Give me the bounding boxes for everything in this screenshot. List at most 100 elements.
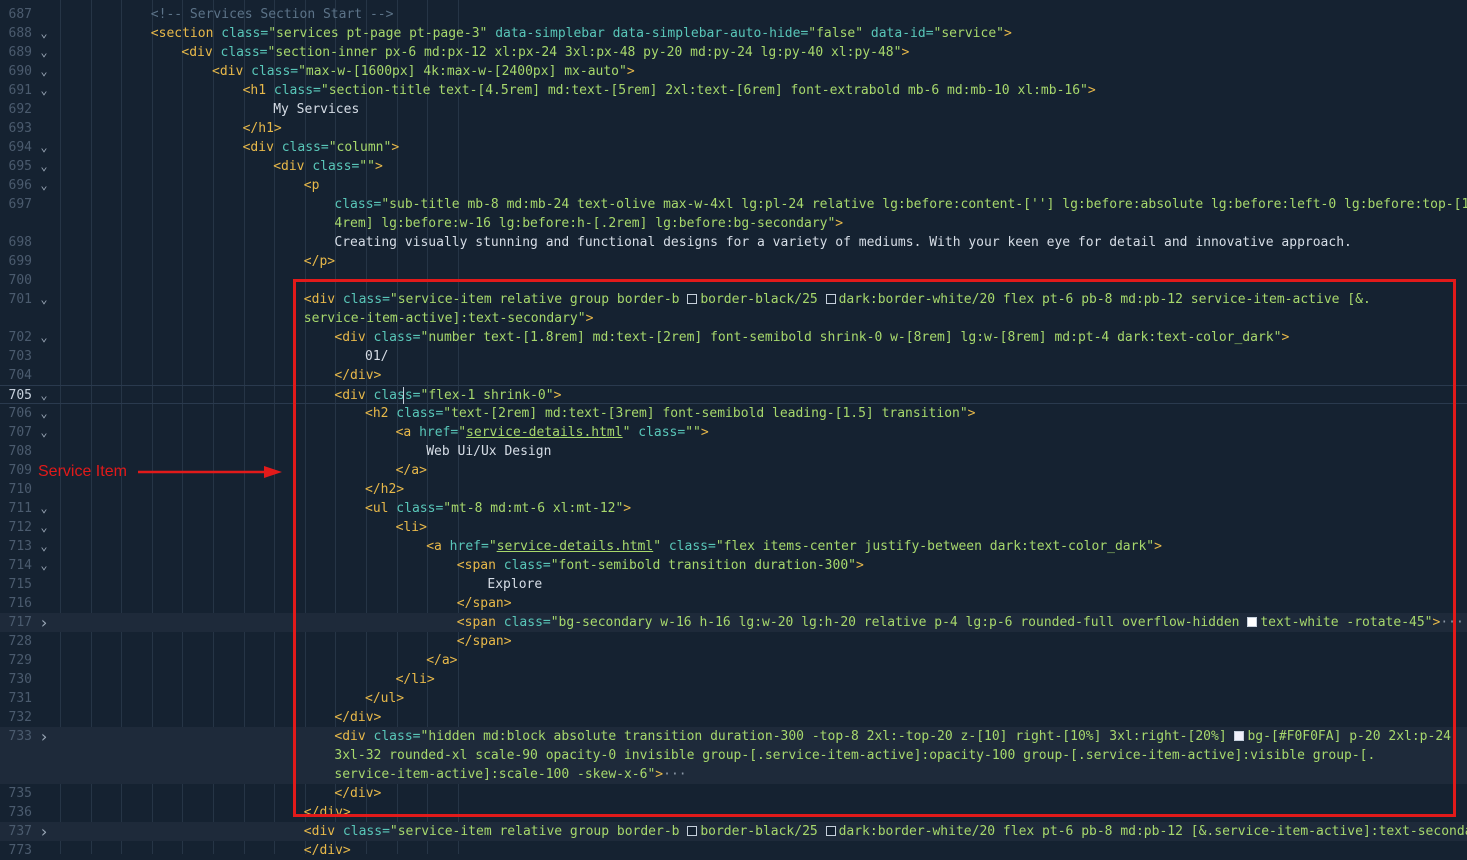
code-line[interactable]: 687 <!-- Services Section Start --> xyxy=(0,5,1467,24)
line-number: 730 xyxy=(8,672,32,687)
code-line[interactable]: 688 ⌄ <section class="services pt-page pt-… xyxy=(0,24,1467,43)
code-line[interactable]: 690 ⌄ <div class="max-w-[1600px] 4k:max-w-… xyxy=(0,62,1467,81)
line-number: 688 xyxy=(8,26,32,41)
line-number: 702 xyxy=(8,330,32,345)
code-text[interactable]: 4rem] lg:before:w-16 lg:before:h-[.2rem]… xyxy=(334,214,843,233)
code-token: <!-- Services Section Start --> xyxy=(150,7,394,22)
code-line[interactable]: 697 class="sub-title mb-8 md:mb-24 text-o… xyxy=(0,195,1467,214)
code-token: class= xyxy=(243,64,299,79)
code-token: class= xyxy=(304,159,360,174)
code-text[interactable]: </h1> xyxy=(243,119,282,138)
annotation-label: Service Item xyxy=(38,463,127,480)
code-token: "section-inner px-6 md:px-12 xl:px-24 3x… xyxy=(267,45,902,60)
code-token: "section-title text-[4.5rem] md:text-[5r… xyxy=(320,83,1088,98)
fold-chevron-down-icon[interactable]: ⌄ xyxy=(36,499,52,518)
code-token: class= xyxy=(273,140,329,155)
code-text[interactable]: <h1 class="section-title text-[4.5rem] m… xyxy=(243,81,1096,100)
code-text[interactable]: My Services xyxy=(273,100,359,119)
code-text[interactable]: <div class=""> xyxy=(273,157,383,176)
code-token: Creating visually stunning and functiona… xyxy=(334,235,1352,250)
code-text[interactable]: <section class="services pt-page pt-page… xyxy=(151,24,1012,43)
code-token: "service-item relative group border-b xyxy=(389,824,688,839)
code-token: class= xyxy=(212,45,268,60)
line-number: 712 xyxy=(8,520,32,535)
code-token: <div xyxy=(212,64,244,79)
code-text[interactable]: <div class="section-inner px-6 md:px-12 … xyxy=(181,43,909,62)
code-line[interactable]: 694 ⌄ <div class="column"> xyxy=(0,138,1467,157)
code-token: <div xyxy=(242,140,274,155)
fold-chevron-down-icon[interactable]: ⌄ xyxy=(36,518,52,537)
line-number: 732 xyxy=(8,710,32,725)
line-number: 735 xyxy=(8,786,32,801)
code-text[interactable]: <div class="service-item relative group … xyxy=(304,822,1467,841)
code-line[interactable]: 696 ⌄ <p xyxy=(0,176,1467,195)
code-token: > xyxy=(1003,26,1012,41)
code-token: > xyxy=(901,45,910,60)
line-number: 689 xyxy=(8,45,32,60)
color-swatch-icon[interactable] xyxy=(687,826,698,836)
code-text[interactable]: </div> xyxy=(304,841,351,860)
line-number: 707 xyxy=(8,425,32,440)
code-token: 4rem] lg:before:w-16 lg:before:h-[.2rem]… xyxy=(334,216,836,231)
line-number: 700 xyxy=(8,273,32,288)
code-text[interactable]: Creating visually stunning and functiona… xyxy=(334,233,1351,252)
code-text[interactable]: </p> xyxy=(304,252,335,271)
code-line[interactable]: 691 ⌄ <h1 class="section-title text-[4.5re… xyxy=(0,81,1467,100)
code-token: data-simplebar data-simplebar-auto-hide= xyxy=(487,26,809,41)
line-number: 728 xyxy=(8,634,32,649)
fold-chevron-down-icon[interactable]: ⌄ xyxy=(36,386,52,405)
code-line[interactable]: 689 ⌄ <div class="section-inner px-6 md:px… xyxy=(0,43,1467,62)
fold-chevron-right-icon[interactable]: › xyxy=(36,613,52,632)
code-line[interactable]: 4rem] lg:before:w-16 lg:before:h-[.2rem]… xyxy=(0,214,1467,233)
fold-chevron-down-icon[interactable]: ⌄ xyxy=(36,404,52,423)
fold-chevron-down-icon[interactable]: ⌄ xyxy=(36,537,52,556)
line-number: 690 xyxy=(8,64,32,79)
code-token: <h1 xyxy=(242,83,267,98)
fold-chevron-down-icon[interactable]: ⌄ xyxy=(36,328,52,347)
fold-chevron-down-icon[interactable]: ⌄ xyxy=(36,62,52,81)
fold-chevron-down-icon[interactable]: ⌄ xyxy=(36,157,52,176)
line-number: 773 xyxy=(8,843,32,858)
line-number: 713 xyxy=(8,539,32,554)
color-swatch-icon[interactable] xyxy=(825,826,836,836)
line-number: 729 xyxy=(8,653,32,668)
fold-chevron-down-icon[interactable]: ⌄ xyxy=(36,24,52,43)
fold-chevron-down-icon[interactable]: ⌄ xyxy=(36,81,52,100)
line-number: 705 xyxy=(8,388,32,403)
line-number: 692 xyxy=(8,102,32,117)
code-token: <p xyxy=(303,178,320,193)
line-number: 737 xyxy=(8,824,32,839)
code-token: class= xyxy=(266,83,321,98)
code-editor[interactable]: 687 <!-- Services Section Start --> 688 ⌄ <s… xyxy=(0,0,1467,858)
code-line[interactable]: 698 Creating visually stunning and functi… xyxy=(0,233,1467,252)
fold-chevron-down-icon[interactable]: ⌄ xyxy=(36,43,52,62)
fold-chevron-down-icon[interactable]: ⌄ xyxy=(36,138,52,157)
fold-chevron-down-icon[interactable]: ⌄ xyxy=(36,290,52,309)
code-token: </div> xyxy=(303,843,351,858)
code-line[interactable]: 692 My Services xyxy=(0,100,1467,119)
fold-chevron-down-icon[interactable]: ⌄ xyxy=(36,556,52,575)
line-number: 693 xyxy=(8,121,32,136)
code-text[interactable]: class="sub-title mb-8 md:mb-24 text-oliv… xyxy=(334,195,1467,214)
code-line[interactable]: 695 ⌄ <div class=""> xyxy=(0,157,1467,176)
fold-chevron-down-icon[interactable]: ⌄ xyxy=(36,423,52,442)
code-token: > xyxy=(835,216,844,231)
code-token: <div xyxy=(303,824,336,839)
code-line[interactable]: 737 › <div class="service-item relative gr… xyxy=(0,822,1467,841)
code-token: <section xyxy=(150,26,214,41)
fold-chevron-right-icon[interactable]: › xyxy=(36,822,52,841)
line-number: 733 xyxy=(8,729,32,744)
code-token: "max-w-[1600px] 4k:max-w-[2400px] mx-aut… xyxy=(298,64,627,79)
code-text[interactable]: <div class="column"> xyxy=(243,138,400,157)
fold-chevron-right-icon[interactable]: › xyxy=(36,727,52,746)
code-text[interactable]: <!-- Services Section Start --> xyxy=(151,5,394,24)
code-text[interactable]: <p xyxy=(304,176,320,195)
code-line[interactable]: 773 </div> xyxy=(0,841,1467,860)
line-number: 715 xyxy=(8,577,32,592)
code-text[interactable]: <div class="max-w-[1600px] 4k:max-w-[240… xyxy=(212,62,635,81)
line-number: 731 xyxy=(8,691,32,706)
line-number: 708 xyxy=(8,444,32,459)
code-line[interactable]: 699 </p> xyxy=(0,252,1467,271)
code-line[interactable]: 693 </h1> xyxy=(0,119,1467,138)
fold-chevron-down-icon[interactable]: ⌄ xyxy=(36,176,52,195)
